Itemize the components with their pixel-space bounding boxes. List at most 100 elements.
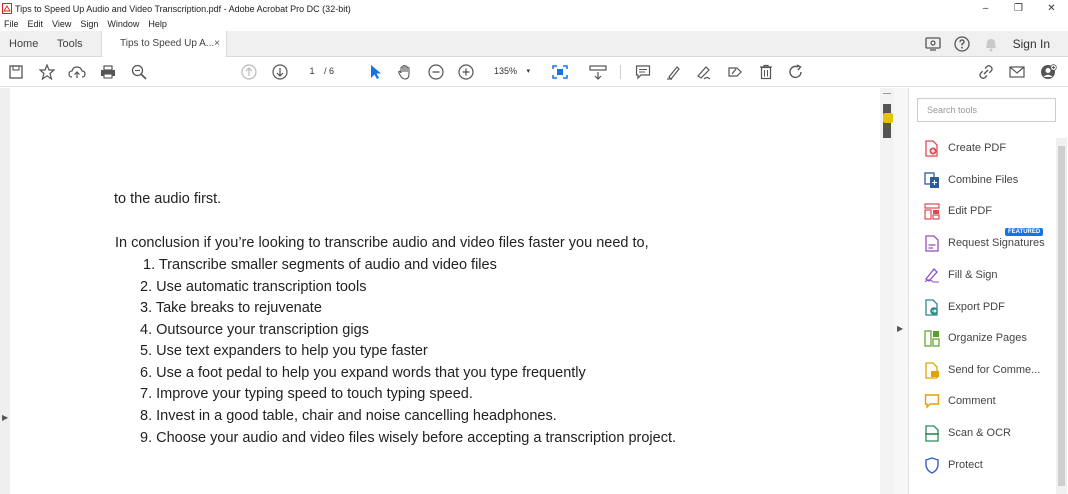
tool-label: Organize Pages: [948, 332, 1027, 344]
left-panel-toggle[interactable]: ▶: [0, 88, 10, 494]
tool-label: Combine Files: [948, 174, 1019, 186]
tab-document[interactable]: Tips to Speed Up A... ×: [101, 31, 227, 58]
menu-window[interactable]: Window: [107, 19, 139, 29]
bookmark-star-icon[interactable]: [38, 63, 56, 81]
tool-edit-pdf[interactable]: Edit PDF: [923, 200, 992, 222]
tool-label: Fill & Sign: [948, 269, 998, 281]
page-number-input[interactable]: 1: [300, 64, 324, 79]
print-icon[interactable]: [99, 63, 117, 81]
list-item: 4. Outsource your transcription gigs: [140, 322, 369, 338]
menu-edit[interactable]: Edit: [28, 19, 44, 29]
tools-pane-toggle[interactable]: ▶: [894, 88, 908, 494]
tool-label: Comment: [948, 395, 996, 407]
notifications-bell-icon[interactable]: [982, 35, 1000, 53]
tool-comment[interactable]: Comment: [923, 390, 996, 412]
list-item: 8. Invest in a good table, chair and noi…: [140, 408, 557, 424]
organize-pages-icon: [923, 329, 941, 347]
hand-tool-icon[interactable]: [396, 63, 414, 81]
request-signatures-icon: [923, 234, 941, 252]
upload-cloud-icon[interactable]: [68, 63, 86, 81]
tool-label: Scan & OCR: [948, 427, 1011, 439]
list-item: 3. Take breaks to rejuvenate: [140, 300, 322, 316]
minimize-button[interactable]: –: [969, 0, 1002, 17]
tool-label: Protect: [948, 459, 983, 471]
tool-protect[interactable]: Protect: [923, 454, 983, 476]
tab-bar: Home Tools Tips to Speed Up A... ×: [0, 31, 1068, 58]
maximize-button[interactable]: ❐: [1002, 0, 1035, 17]
comment-icon: [923, 392, 941, 410]
cursor-highlight: [883, 113, 893, 123]
tab-close-icon[interactable]: ×: [214, 31, 220, 57]
tool-label: Request Signatures: [948, 237, 1045, 249]
page-total: / 6: [324, 66, 335, 76]
add-user-icon[interactable]: [1039, 63, 1057, 81]
tool-export-pdf[interactable]: Export PDF: [923, 296, 1005, 318]
menu-file[interactable]: File: [4, 19, 19, 29]
comment-icon[interactable]: [634, 63, 652, 81]
toolbar-divider: [620, 65, 621, 79]
tool-create-pdf[interactable]: Create PDF: [923, 137, 1006, 159]
list-item: 1. Transcribe smaller segments of audio …: [143, 257, 497, 273]
menu-view[interactable]: View: [52, 19, 71, 29]
select-cursor-icon[interactable]: [366, 63, 384, 81]
close-button[interactable]: ✕: [1035, 0, 1068, 17]
link-icon[interactable]: [977, 63, 995, 81]
edit-tag-icon[interactable]: [726, 63, 744, 81]
expand-right-icon: ▶: [2, 413, 9, 422]
document-scrollbar[interactable]: [880, 88, 894, 494]
tab-document-label: Tips to Speed Up A...: [120, 38, 215, 49]
tool-combine-files[interactable]: Combine Files: [923, 169, 1018, 191]
search-tools-input[interactable]: Search tools: [917, 98, 1056, 122]
delete-trash-icon[interactable]: [757, 63, 775, 81]
tools-pane: Search tools Create PDF Combine Files Ed…: [908, 88, 1068, 494]
sign-in-button[interactable]: Sign In: [1013, 37, 1050, 51]
menu-help[interactable]: Help: [148, 19, 167, 29]
menu-sign[interactable]: Sign: [80, 19, 98, 29]
acrobat-logo-icon: [2, 3, 12, 14]
fill-sign-icon: [923, 266, 941, 284]
main-toolbar: 1 / 6 135% ▾: [0, 57, 1068, 87]
scroll-up-icon[interactable]: [883, 90, 891, 94]
save-icon[interactable]: [7, 63, 25, 81]
tool-fill-sign[interactable]: Fill & Sign: [923, 264, 998, 286]
highlight-pen-icon[interactable]: [665, 63, 683, 81]
zoom-level-dropdown[interactable]: 135% ▾: [486, 64, 536, 79]
scrollbar-thumb[interactable]: [1058, 146, 1065, 486]
email-envelope-icon[interactable]: [1008, 63, 1026, 81]
next-page-icon[interactable]: [271, 63, 289, 81]
header-actions: Sign In: [924, 31, 1068, 57]
tool-send-for-comment[interactable]: Send for Comme...: [923, 359, 1040, 381]
tool-scan-ocr[interactable]: Scan & OCR: [923, 422, 1011, 444]
send-for-comment-icon: [923, 361, 941, 379]
redo-rotate-icon[interactable]: [787, 63, 805, 81]
tool-label: Send for Comme...: [948, 364, 1041, 376]
sign-pen-icon[interactable]: [695, 63, 713, 81]
find-zoom-icon[interactable]: [130, 63, 148, 81]
export-pdf-icon: [923, 298, 941, 316]
page-fit-icon[interactable]: [551, 63, 569, 81]
combine-files-icon: [923, 171, 941, 189]
document-text-line: In conclusion if you’re looking to trans…: [115, 235, 649, 251]
window-title: Tips to Speed Up Audio and Video Transcr…: [15, 3, 351, 14]
edit-pdf-icon: [923, 202, 941, 220]
create-pdf-icon: [923, 139, 941, 157]
list-item: 9. Choose your audio and video files wis…: [140, 430, 676, 446]
share-screen-icon[interactable]: [924, 35, 942, 53]
list-item: 5. Use text expanders to help you type f…: [140, 343, 428, 359]
tab-home[interactable]: Home: [9, 31, 38, 57]
tools-pane-scrollbar[interactable]: [1056, 138, 1067, 494]
zoom-in-icon[interactable]: [457, 63, 475, 81]
tab-tools[interactable]: Tools: [57, 31, 83, 57]
previous-page-icon[interactable]: [240, 63, 258, 81]
collapse-right-icon: ▶: [897, 324, 904, 333]
chevron-down-icon: ▾: [526, 68, 530, 75]
help-icon[interactable]: [953, 35, 971, 53]
list-item: 6. Use a foot pedal to help you expand w…: [140, 365, 586, 381]
tool-organize-pages[interactable]: Organize Pages: [923, 327, 1027, 349]
zoom-level-value: 135%: [494, 66, 518, 76]
tool-request-signatures[interactable]: Request Signatures: [923, 232, 1045, 254]
list-item: 2. Use automatic transcription tools: [140, 279, 367, 295]
scrolling-mode-icon[interactable]: [589, 63, 607, 81]
protect-icon: [923, 456, 941, 474]
zoom-out-icon[interactable]: [427, 63, 445, 81]
